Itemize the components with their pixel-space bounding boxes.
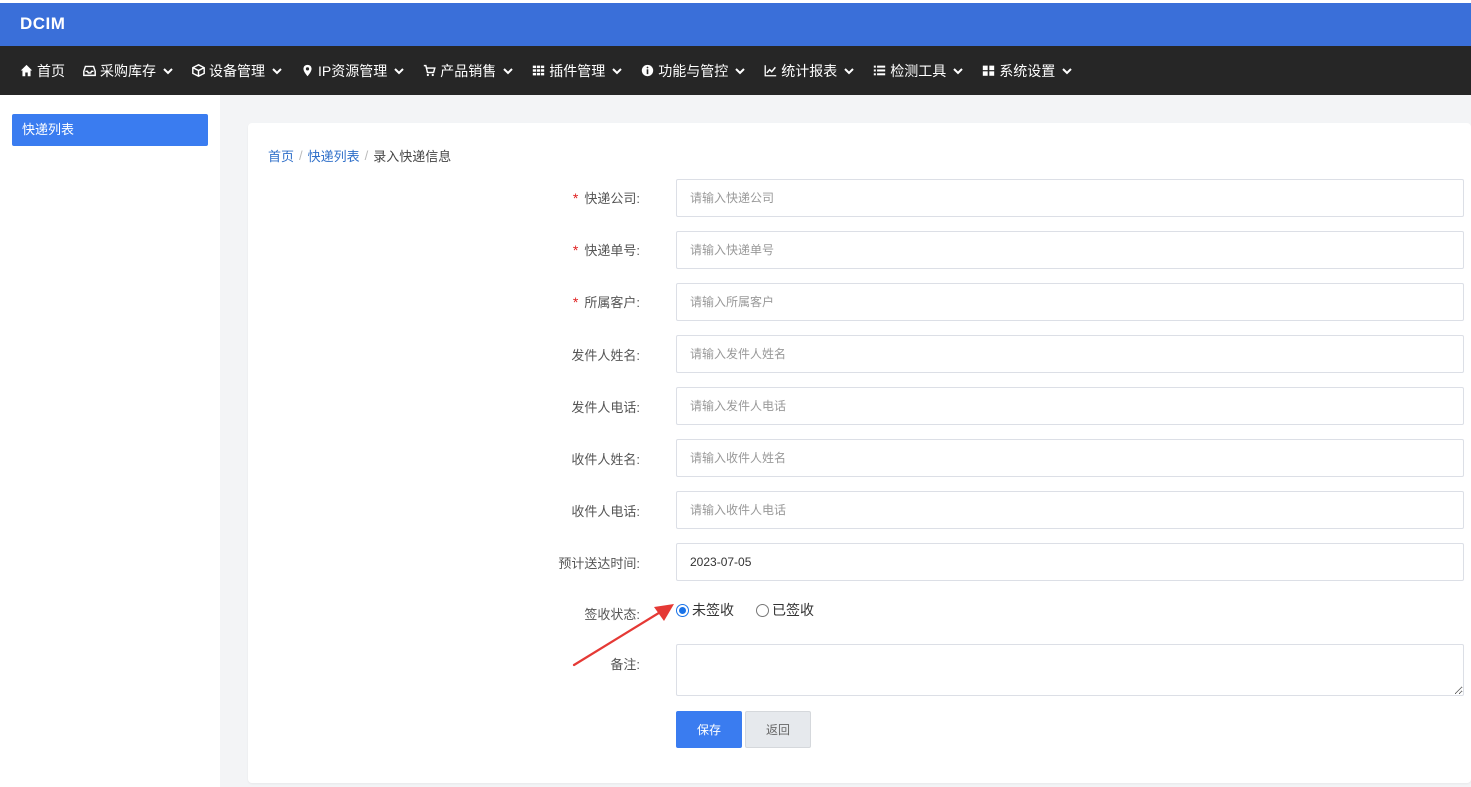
- nav-item-system-settings[interactable]: 系统设置: [982, 61, 1073, 81]
- nav-label: 设备管理: [209, 62, 265, 79]
- list-icon: [874, 65, 886, 76]
- eta-date-input[interactable]: [676, 543, 1464, 581]
- status-radio-group: 未签收 已签收: [676, 600, 836, 620]
- nav-label: 统计报表: [781, 62, 838, 79]
- required-mark: *: [572, 242, 579, 258]
- chevron-down-icon: [953, 67, 963, 74]
- nav-item-device-management[interactable]: 设备管理: [192, 61, 283, 81]
- chevron-down-icon: [844, 67, 854, 74]
- status-radio-signed[interactable]: 已签收: [756, 600, 814, 620]
- nav-item-ip-resource[interactable]: IP资源管理: [301, 61, 405, 81]
- radio-label: 未签收: [692, 602, 734, 618]
- nav-label: 首页: [37, 62, 65, 79]
- nav-item-product-sales[interactable]: 产品销售: [423, 61, 514, 81]
- breadcrumb-list-link[interactable]: 快递列表: [308, 146, 360, 165]
- sender-name-label: 发件人姓名:: [571, 348, 640, 363]
- info-icon: [642, 64, 654, 77]
- chevron-down-icon: [394, 67, 404, 74]
- status-radio-unsigned[interactable]: 未签收: [676, 600, 734, 620]
- sender-phone-label: 发件人电话:: [571, 400, 640, 415]
- form-card: 首页 / 快递列表 / 录入快递信息 *快递公司: *快递单号: *所属客户: …: [248, 123, 1471, 783]
- tracking-label: * 快递单号:: [498, 240, 640, 259]
- nav-item-purchase-stock[interactable]: 采购库存: [83, 61, 174, 81]
- cart-icon: [424, 64, 436, 77]
- home-icon: [20, 64, 33, 77]
- receiver-name-input[interactable]: [676, 439, 1464, 477]
- map-marker-icon: [303, 64, 312, 77]
- chevron-down-icon: [503, 67, 513, 74]
- grid-icon: [533, 65, 545, 76]
- sidebar-item-express-list[interactable]: 快递列表: [12, 114, 208, 146]
- nav-item-home[interactable]: 首页: [20, 61, 65, 81]
- nav-label: 产品销售: [440, 62, 497, 79]
- line-chart-icon: [764, 65, 777, 77]
- breadcrumb-separator: /: [299, 148, 303, 163]
- nav-label: 功能与管控: [658, 62, 729, 79]
- breadcrumb-separator: /: [364, 148, 369, 163]
- company-input[interactable]: [676, 179, 1464, 217]
- nav-item-functions-control[interactable]: 功能与管控: [641, 61, 746, 81]
- nav-label: 插件管理: [549, 62, 606, 79]
- cube-icon: [192, 64, 205, 77]
- chevron-down-icon: [272, 67, 282, 74]
- main-navbar: 首页 采购库存 设备管理 IP资源管理 产品销售 插件管理 功能与管控 统计报表…: [0, 46, 1471, 95]
- nav-label: 系统设置: [999, 62, 1056, 79]
- eta-label: 预计送达时间:: [558, 556, 640, 571]
- nav-label: 检测工具: [890, 62, 947, 79]
- customer-input[interactable]: [676, 283, 1464, 321]
- breadcrumb-home-link[interactable]: 首页: [268, 146, 294, 165]
- inbox-icon: [83, 65, 96, 77]
- receiver-phone-label: 收件人电话:: [571, 504, 640, 519]
- required-mark: *: [572, 190, 579, 206]
- tracking-label-text: 快递单号:: [584, 243, 640, 258]
- brand-logo[interactable]: DCIM: [20, 14, 65, 34]
- nav-label: 采购库存: [100, 62, 156, 79]
- remark-textarea[interactable]: [676, 644, 1464, 696]
- nav-item-detection-tools[interactable]: 检测工具: [873, 61, 964, 81]
- annotation-arrow-icon: [572, 604, 674, 667]
- company-label: * 快递公司:: [498, 188, 640, 207]
- top-brand-bar: DCIM: [0, 0, 1471, 46]
- company-label-text: 快递公司:: [584, 191, 640, 206]
- tracking-number-input[interactable]: [676, 231, 1464, 269]
- save-button[interactable]: 保存: [676, 711, 742, 748]
- sidebar: 快递列表: [0, 95, 220, 787]
- chevron-down-icon: [1062, 67, 1072, 74]
- receiver-name-label: 收件人姓名:: [571, 452, 640, 467]
- chevron-down-icon: [612, 67, 622, 74]
- chevron-down-icon: [735, 67, 745, 74]
- tiles-icon: [983, 65, 995, 76]
- receiver-phone-input[interactable]: [676, 491, 1464, 529]
- customer-label: * 所属客户:: [498, 292, 640, 311]
- customer-label-text: 所属客户:: [584, 295, 640, 310]
- required-mark: *: [572, 294, 579, 310]
- sender-name-input[interactable]: [676, 335, 1464, 373]
- radio-unchecked-icon: [756, 603, 769, 617]
- back-button[interactable]: 返回: [745, 711, 811, 748]
- radio-label: 已签收: [772, 602, 814, 618]
- nav-item-plugin-management[interactable]: 插件管理: [532, 61, 623, 81]
- sender-phone-input[interactable]: [676, 387, 1464, 425]
- nav-label: IP资源管理: [318, 62, 388, 79]
- breadcrumb-current: 录入快递信息: [373, 149, 452, 164]
- nav-item-statistics[interactable]: 统计报表: [764, 61, 855, 81]
- chevron-down-icon: [163, 67, 173, 74]
- breadcrumb: 首页 / 快递列表 / 录入快递信息: [268, 146, 451, 165]
